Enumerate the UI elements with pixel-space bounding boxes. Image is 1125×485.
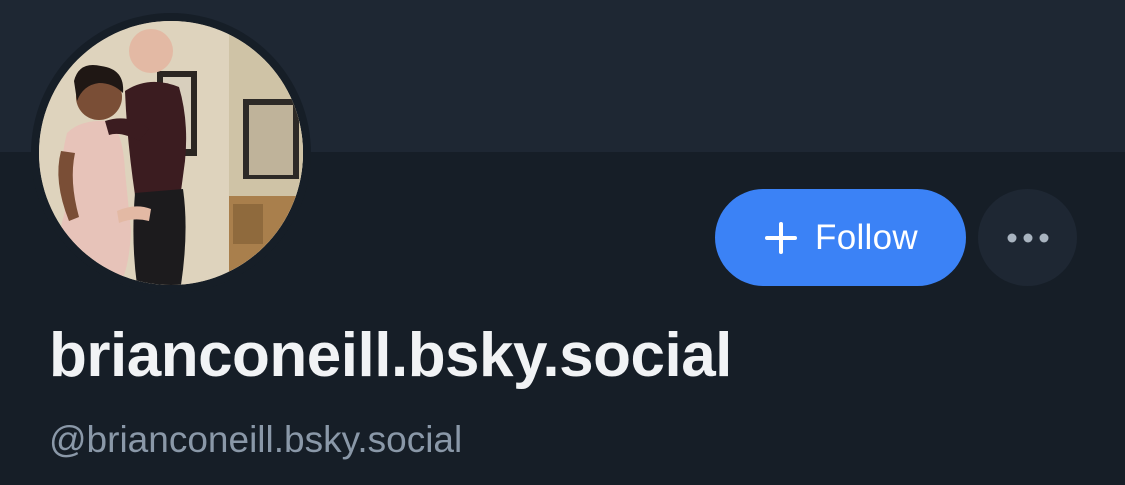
follow-button[interactable]: Follow <box>715 189 966 286</box>
avatar[interactable] <box>39 21 303 285</box>
follow-label: Follow <box>815 217 918 257</box>
profile-handle: @brianconeill.bsky.social <box>49 419 463 460</box>
avatar-photo <box>39 21 303 285</box>
plus-icon <box>765 221 798 254</box>
profile-header: Follow brianconeill.bsky.social @brianco… <box>0 0 1125 485</box>
ellipsis-icon <box>1007 233 1048 242</box>
display-name: brianconeill.bsky.social <box>49 321 732 390</box>
more-options-button[interactable] <box>978 189 1077 286</box>
